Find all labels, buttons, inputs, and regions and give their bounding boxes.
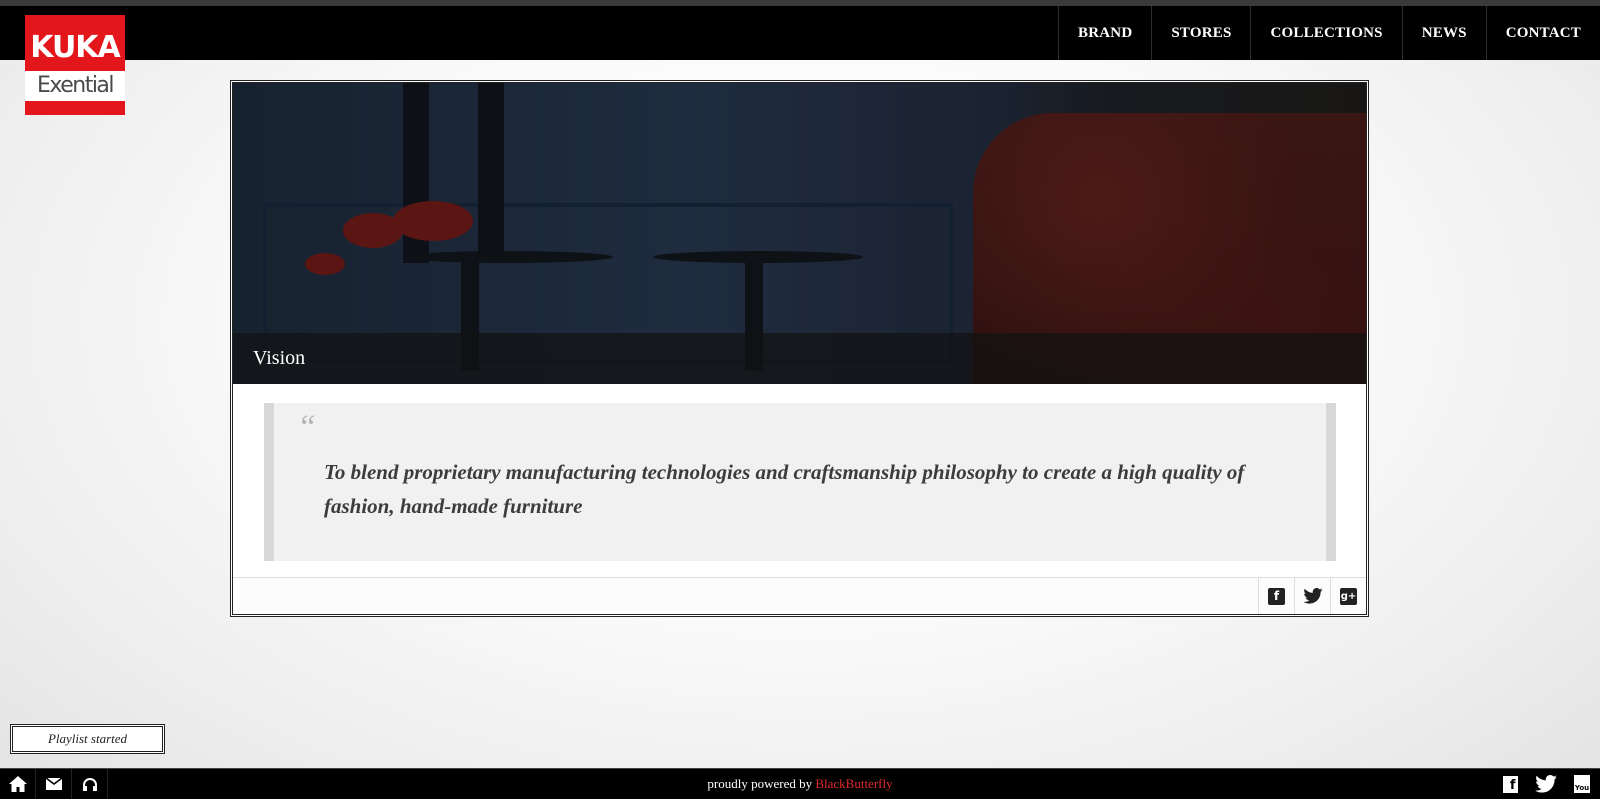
nav-item-brand[interactable]: BRAND — [1058, 6, 1151, 60]
site-logo[interactable]: KUKA Exential — [25, 15, 125, 115]
share-twitter-button[interactable] — [1294, 578, 1330, 614]
hero-image: Vision — [233, 83, 1366, 384]
share-google-plus-button[interactable]: g+ — [1330, 578, 1366, 614]
youtube-icon: You — [1574, 775, 1590, 793]
nav-item-collections[interactable]: COLLECTIONS — [1250, 6, 1401, 60]
powered-by-link[interactable]: BlackButterfly — [815, 776, 892, 791]
page-title: Vision — [253, 347, 306, 369]
panel-footer: f g+ — [233, 577, 1366, 614]
nav-item-contact[interactable]: CONTACT — [1485, 6, 1600, 60]
twitter-icon — [1535, 775, 1557, 793]
hero-candle-post — [478, 83, 504, 253]
nav-item-news[interactable]: NEWS — [1401, 6, 1486, 60]
twitter-icon — [1302, 588, 1323, 604]
playlist-toast: Playlist started — [10, 724, 165, 754]
quote-mark: “ — [297, 409, 316, 446]
quote-block: “ To blend proprietary manufacturing tec… — [264, 403, 1336, 561]
google-plus-icon: g+ — [1340, 587, 1357, 605]
facebook-icon: f — [1502, 775, 1518, 793]
share-facebook-button[interactable]: f — [1258, 578, 1294, 614]
content-panel: Vision “ To blend proprietary manufactur… — [230, 80, 1369, 617]
bottom-social-icons: f You — [1492, 769, 1600, 799]
nav-item-stores[interactable]: STORES — [1151, 6, 1250, 60]
logo-text-exential: Exential — [25, 71, 125, 101]
hero-flowers — [305, 253, 345, 275]
footer-facebook-button[interactable]: f — [1492, 769, 1528, 799]
facebook-icon: f — [1268, 587, 1285, 605]
footer-youtube-button[interactable]: You — [1564, 769, 1600, 799]
bottom-bar: proudly powered by BlackButterfly f You — [0, 768, 1600, 799]
share-buttons: f g+ — [1258, 578, 1366, 614]
hero-caption-bar: Vision — [233, 333, 1366, 384]
logo-text-kuka: KUKA — [30, 30, 121, 65]
powered-by-text: proudly powered by — [707, 776, 813, 791]
powered-by: proudly powered by BlackButterfly — [0, 776, 1600, 792]
toast-text: Playlist started — [47, 731, 128, 746]
hero-flowers — [393, 201, 473, 241]
footer-twitter-button[interactable] — [1528, 769, 1564, 799]
main-nav: BRAND STORES COLLECTIONS NEWS CONTACT — [1058, 6, 1600, 60]
quote-text: To blend proprietary manufacturing techn… — [324, 460, 1245, 518]
hero-table-top — [403, 251, 613, 263]
